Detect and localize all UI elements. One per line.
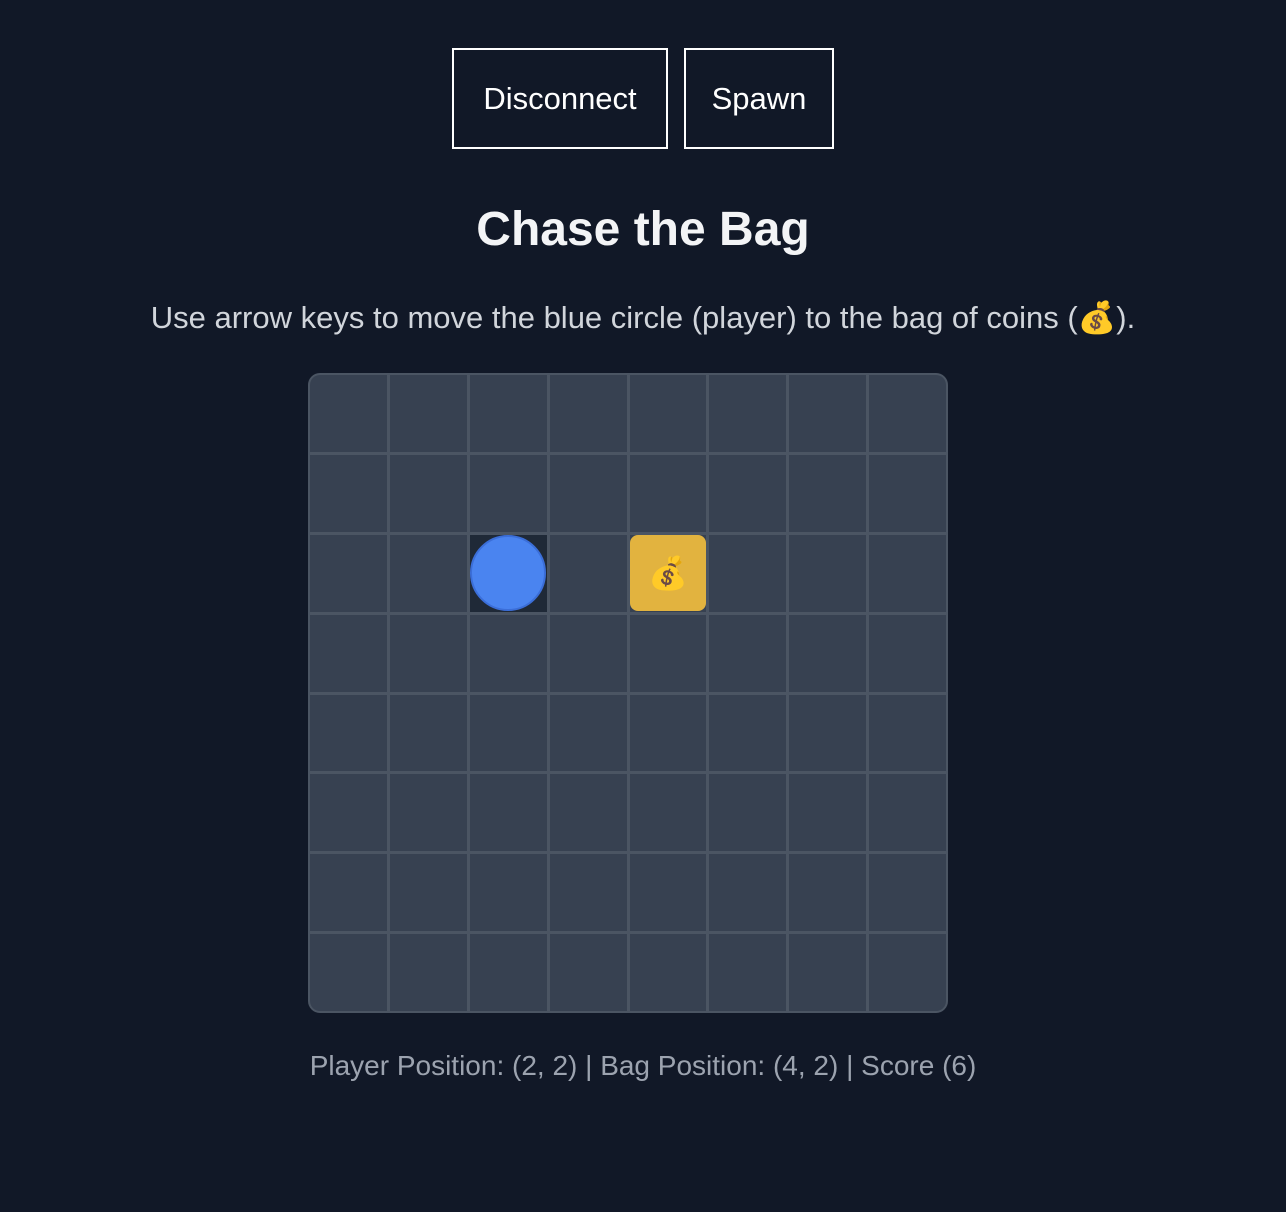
grid-cell bbox=[789, 454, 867, 532]
grid-cell bbox=[310, 614, 387, 692]
grid-cell bbox=[389, 534, 467, 612]
grid-cell bbox=[869, 934, 946, 1011]
grid-cell bbox=[310, 375, 387, 452]
grid-cell bbox=[469, 774, 547, 852]
grid-cell bbox=[310, 774, 387, 852]
money-bag-icon: 💰 bbox=[629, 535, 706, 612]
grid-cell bbox=[469, 934, 547, 1011]
spawn-button[interactable]: Spawn bbox=[684, 48, 834, 149]
grid-cell bbox=[469, 854, 547, 932]
grid-cell bbox=[629, 774, 707, 852]
grid-cell bbox=[629, 375, 707, 452]
grid-cell bbox=[389, 934, 467, 1011]
grid-cell bbox=[549, 534, 627, 612]
instructions-text: Use arrow keys to move the blue circle (… bbox=[150, 300, 1136, 335]
disconnect-button[interactable]: Disconnect bbox=[452, 48, 668, 149]
grid-cell bbox=[709, 934, 787, 1011]
toolbar: Disconnect Spawn bbox=[0, 48, 1286, 149]
grid-cell bbox=[549, 375, 627, 452]
grid-cell bbox=[549, 934, 627, 1011]
grid-cell bbox=[709, 375, 787, 452]
grid-cell bbox=[789, 534, 867, 612]
grid-cell bbox=[629, 934, 707, 1011]
player-circle bbox=[470, 535, 547, 612]
game-board[interactable]: 💰 bbox=[308, 373, 948, 1013]
grid-cell bbox=[549, 774, 627, 852]
grid-cell bbox=[310, 854, 387, 932]
game-page: Disconnect Spawn Chase the Bag Use arrow… bbox=[0, 0, 1286, 1212]
grid-cell bbox=[310, 934, 387, 1011]
grid-cell bbox=[389, 694, 467, 772]
grid-cell bbox=[789, 934, 867, 1011]
grid-cell bbox=[389, 614, 467, 692]
grid-cell bbox=[310, 454, 387, 532]
grid-cell bbox=[549, 854, 627, 932]
grid-cell bbox=[469, 375, 547, 452]
grid-cell bbox=[869, 375, 946, 452]
game-title: Chase the Bag bbox=[476, 203, 810, 256]
grid-cell bbox=[629, 454, 707, 532]
grid-cell bbox=[469, 694, 547, 772]
grid-cell bbox=[469, 534, 547, 612]
grid-cell bbox=[549, 454, 627, 532]
grid-cell bbox=[869, 614, 946, 692]
grid-cell bbox=[709, 614, 787, 692]
grid-cell bbox=[789, 854, 867, 932]
grid-cell bbox=[869, 534, 946, 612]
grid-cell bbox=[709, 854, 787, 932]
grid-cell bbox=[389, 854, 467, 932]
grid-cell bbox=[389, 774, 467, 852]
grid-cell bbox=[869, 694, 946, 772]
grid-cell bbox=[789, 375, 867, 452]
grid-cell bbox=[869, 454, 946, 532]
grid-cell bbox=[469, 454, 547, 532]
grid-cell bbox=[389, 375, 467, 452]
grid-cell bbox=[869, 774, 946, 852]
grid-cell bbox=[789, 694, 867, 772]
grid-cell bbox=[789, 774, 867, 852]
grid-cell bbox=[629, 694, 707, 772]
grid-cell bbox=[549, 614, 627, 692]
grid-cell bbox=[549, 694, 627, 772]
grid-cell bbox=[310, 694, 387, 772]
grid-cell bbox=[629, 854, 707, 932]
grid-cell bbox=[709, 454, 787, 532]
grid-cell bbox=[310, 534, 387, 612]
grid-cell bbox=[469, 614, 547, 692]
grid-cell bbox=[709, 694, 787, 772]
grid-cell bbox=[709, 534, 787, 612]
grid-cell bbox=[789, 614, 867, 692]
status-text: Player Position: (2, 2) | Bag Position: … bbox=[309, 1050, 977, 1081]
grid-cell bbox=[629, 614, 707, 692]
grid-cell bbox=[389, 454, 467, 532]
grid-cell bbox=[869, 854, 946, 932]
grid-cell: 💰 bbox=[629, 534, 707, 612]
grid-cell bbox=[709, 774, 787, 852]
